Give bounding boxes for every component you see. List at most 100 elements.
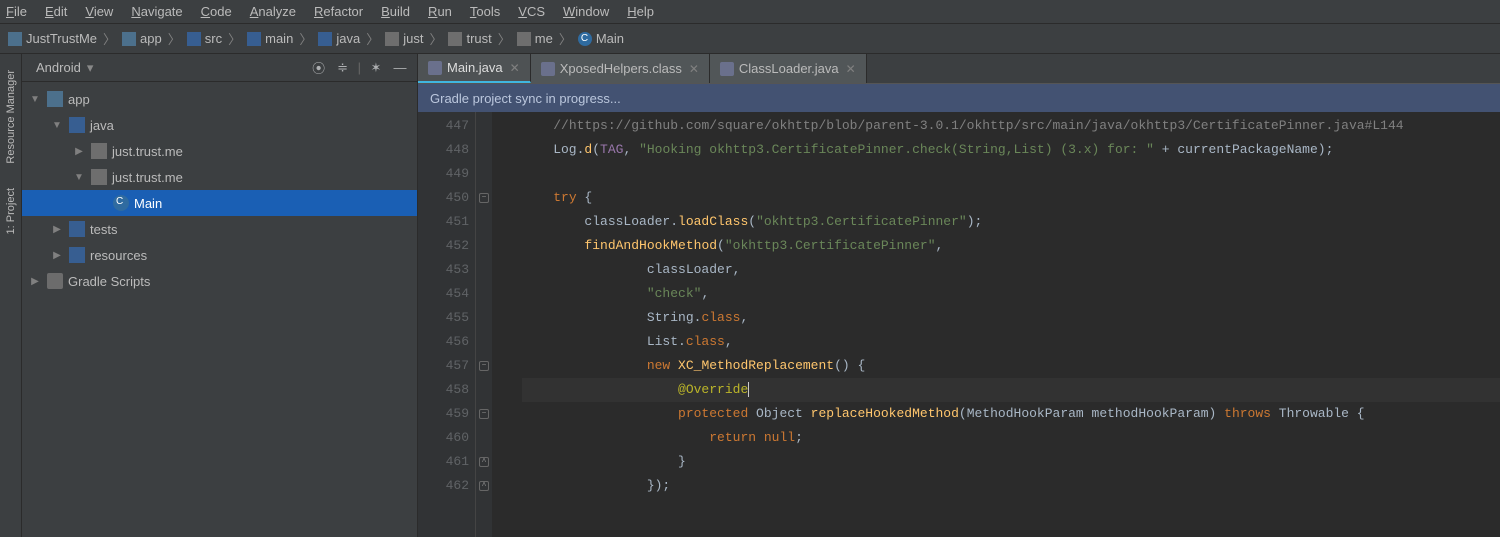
sidebar-view-selector[interactable]: Android xyxy=(36,60,81,75)
fold-marker[interactable]: − xyxy=(476,354,492,378)
tree-item-app[interactable]: ▼app xyxy=(22,86,417,112)
close-icon[interactable]: ✕ xyxy=(846,62,856,76)
crumb-justtrustme[interactable]: JustTrustMe xyxy=(8,31,97,46)
editor-tabs: Main.java✕XposedHelpers.class✕ClassLoade… xyxy=(418,54,1500,84)
fold-marker[interactable]: − xyxy=(476,402,492,426)
fold-marker[interactable]: − xyxy=(476,186,492,210)
elephant-icon xyxy=(47,273,63,289)
collapse-icon[interactable]: ≑ xyxy=(334,59,352,77)
code-line[interactable]: //https://github.com/square/okhttp/blob/… xyxy=(522,114,1500,138)
menu-window[interactable]: Window xyxy=(563,4,609,19)
code-line[interactable]: }); xyxy=(522,474,1500,498)
tool-resource-manager[interactable]: Resource Manager xyxy=(5,70,17,164)
crumb-main[interactable]: main xyxy=(247,31,293,46)
class-icon xyxy=(578,32,592,46)
fold-marker xyxy=(476,426,492,450)
chevron-right-icon: 〉 xyxy=(168,29,181,48)
code-line[interactable]: protected Object replaceHookedMethod(Met… xyxy=(522,402,1500,426)
menu-run[interactable]: Run xyxy=(428,4,452,19)
folder-src-icon xyxy=(318,32,332,46)
arrow-down-icon[interactable]: ▼ xyxy=(28,94,42,105)
menu-view[interactable]: View xyxy=(85,4,113,19)
crumb-me[interactable]: me xyxy=(517,31,553,46)
menu-tools[interactable]: Tools xyxy=(470,4,500,19)
menu-help[interactable]: Help xyxy=(627,4,654,19)
code-line[interactable]: @Override xyxy=(522,378,1500,402)
project-tree[interactable]: ▼app▼java▶just.trust.me▼just.trust.me Mai… xyxy=(22,82,417,537)
tree-item-tests[interactable]: ▶ tests xyxy=(22,216,417,242)
tree-label: Main xyxy=(134,196,162,211)
tree-item-just-trust-me[interactable]: ▼just.trust.me xyxy=(22,164,417,190)
tree-label: tests xyxy=(90,222,117,237)
tab-main-java[interactable]: Main.java✕ xyxy=(418,54,531,83)
fold-marker[interactable]: ˄ xyxy=(476,474,492,498)
code-line[interactable]: List.class, xyxy=(522,330,1500,354)
code-line[interactable]: new XC_MethodReplacement() { xyxy=(522,354,1500,378)
chevron-down-icon[interactable]: ▾ xyxy=(87,60,94,76)
hide-icon[interactable]: — xyxy=(391,59,409,77)
arrow-right-icon[interactable]: ▶ xyxy=(50,224,64,235)
arrow-down-icon[interactable]: ▼ xyxy=(72,172,86,183)
code-line[interactable]: return null; xyxy=(522,426,1500,450)
fold-marker[interactable]: ˄ xyxy=(476,450,492,474)
code-line[interactable]: String.class, xyxy=(522,306,1500,330)
folder-mod-icon xyxy=(47,91,63,107)
code-editor[interactable]: 4474484494504514524534544554564574584594… xyxy=(418,112,1500,537)
line-number: 451 xyxy=(418,210,469,234)
class-icon xyxy=(113,195,129,211)
crumb-app[interactable]: app xyxy=(122,31,162,46)
tool-1-project[interactable]: 1: Project xyxy=(5,188,17,234)
code-line[interactable]: classLoader, xyxy=(522,258,1500,282)
tree-item-resources[interactable]: ▶ resources xyxy=(22,242,417,268)
chevron-right-icon: 〉 xyxy=(366,29,379,48)
line-number: 458 xyxy=(418,378,469,402)
code-lines[interactable]: //https://github.com/square/okhttp/blob/… xyxy=(492,112,1500,537)
folder-mod-icon xyxy=(8,32,22,46)
close-icon[interactable]: ✕ xyxy=(510,61,520,75)
code-line[interactable]: Log.d(TAG, "Hooking okhttp3.CertificateP… xyxy=(522,138,1500,162)
code-line[interactable]: try { xyxy=(522,186,1500,210)
tree-label: Gradle Scripts xyxy=(68,274,150,289)
tree-item-main[interactable]: Main xyxy=(22,190,417,216)
menu-build[interactable]: Build xyxy=(381,4,410,19)
code-line[interactable]: classLoader.loadClass("okhttp3.Certifica… xyxy=(522,210,1500,234)
tab-xposedhelpers-class[interactable]: XposedHelpers.class✕ xyxy=(531,54,710,83)
line-number: 461 xyxy=(418,450,469,474)
code-line[interactable] xyxy=(522,162,1500,186)
code-line[interactable]: "check", xyxy=(522,282,1500,306)
target-icon[interactable]: ⦿ xyxy=(310,59,328,77)
menu-refactor[interactable]: Refactor xyxy=(314,4,363,19)
folder-pkg-icon xyxy=(517,32,531,46)
menu-edit[interactable]: Edit xyxy=(45,4,67,19)
chevron-right-icon: 〉 xyxy=(559,29,572,48)
line-number: 449 xyxy=(418,162,469,186)
crumb-java[interactable]: java xyxy=(318,31,360,46)
menu-file[interactable]: File xyxy=(6,4,27,19)
code-line[interactable]: } xyxy=(522,450,1500,474)
arrow-right-icon[interactable]: ▶ xyxy=(72,146,86,157)
tree-item-gradle-scripts[interactable]: ▶ Gradle Scripts xyxy=(22,268,417,294)
menu-analyze[interactable]: Analyze xyxy=(250,4,296,19)
tree-label: resources xyxy=(90,248,147,263)
crumb-trust[interactable]: trust xyxy=(448,31,491,46)
arrow-down-icon[interactable]: ▼ xyxy=(50,120,64,131)
folder-src-icon xyxy=(187,32,201,46)
tab-classloader-java[interactable]: ClassLoader.java✕ xyxy=(710,54,867,83)
menu-navigate[interactable]: Navigate xyxy=(131,4,182,19)
project-sidebar: Android ▾ ⦿ ≑ | ✶ — ▼app▼java▶just.trust… xyxy=(22,54,418,537)
arrow-right-icon[interactable]: ▶ xyxy=(28,276,42,287)
crumb-just[interactable]: just xyxy=(385,31,423,46)
crumb-src[interactable]: src xyxy=(187,31,222,46)
gear-icon[interactable]: ✶ xyxy=(367,59,385,77)
arrow-right-icon[interactable]: ▶ xyxy=(50,250,64,261)
menu-code[interactable]: Code xyxy=(201,4,232,19)
fold-marker xyxy=(476,378,492,402)
menu-vcs[interactable]: VCS xyxy=(518,4,545,19)
line-number: 457 xyxy=(418,354,469,378)
close-icon[interactable]: ✕ xyxy=(689,62,699,76)
fold-gutter[interactable]: − − − ˄˄ xyxy=(476,112,492,537)
code-line[interactable]: findAndHookMethod("okhttp3.CertificatePi… xyxy=(522,234,1500,258)
crumb-main[interactable]: Main xyxy=(578,31,624,46)
tree-item-just-trust-me[interactable]: ▶just.trust.me xyxy=(22,138,417,164)
tree-item-java[interactable]: ▼java xyxy=(22,112,417,138)
